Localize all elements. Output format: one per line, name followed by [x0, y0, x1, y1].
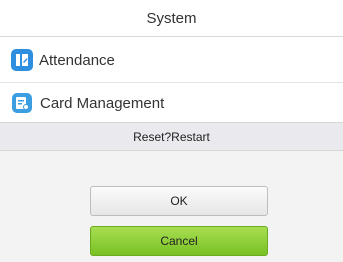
- cancel-button-label: Cancel: [160, 234, 198, 248]
- page-title: System: [0, 0, 343, 37]
- menu-item-attendance[interactable]: Attendance: [0, 38, 343, 83]
- restart-dialog: Reset?Restart OK Cancel: [0, 122, 343, 262]
- menu-item-label: Attendance: [39, 51, 115, 69]
- dialog-message-text: Reset?Restart: [133, 129, 210, 144]
- dialog-message: Reset?Restart: [0, 123, 343, 151]
- ok-button-label: OK: [170, 194, 188, 208]
- page-title-text: System: [146, 9, 197, 27]
- device-screen: System Attendance Card Management Reset?…: [0, 0, 343, 262]
- attendance-icon: [11, 49, 33, 71]
- ok-button[interactable]: OK: [90, 186, 268, 216]
- card-management-icon: [12, 93, 32, 113]
- menu-item-label: Card Management: [40, 94, 165, 112]
- menu-item-card-management[interactable]: Card Management: [0, 84, 343, 122]
- cancel-button[interactable]: Cancel: [90, 226, 268, 256]
